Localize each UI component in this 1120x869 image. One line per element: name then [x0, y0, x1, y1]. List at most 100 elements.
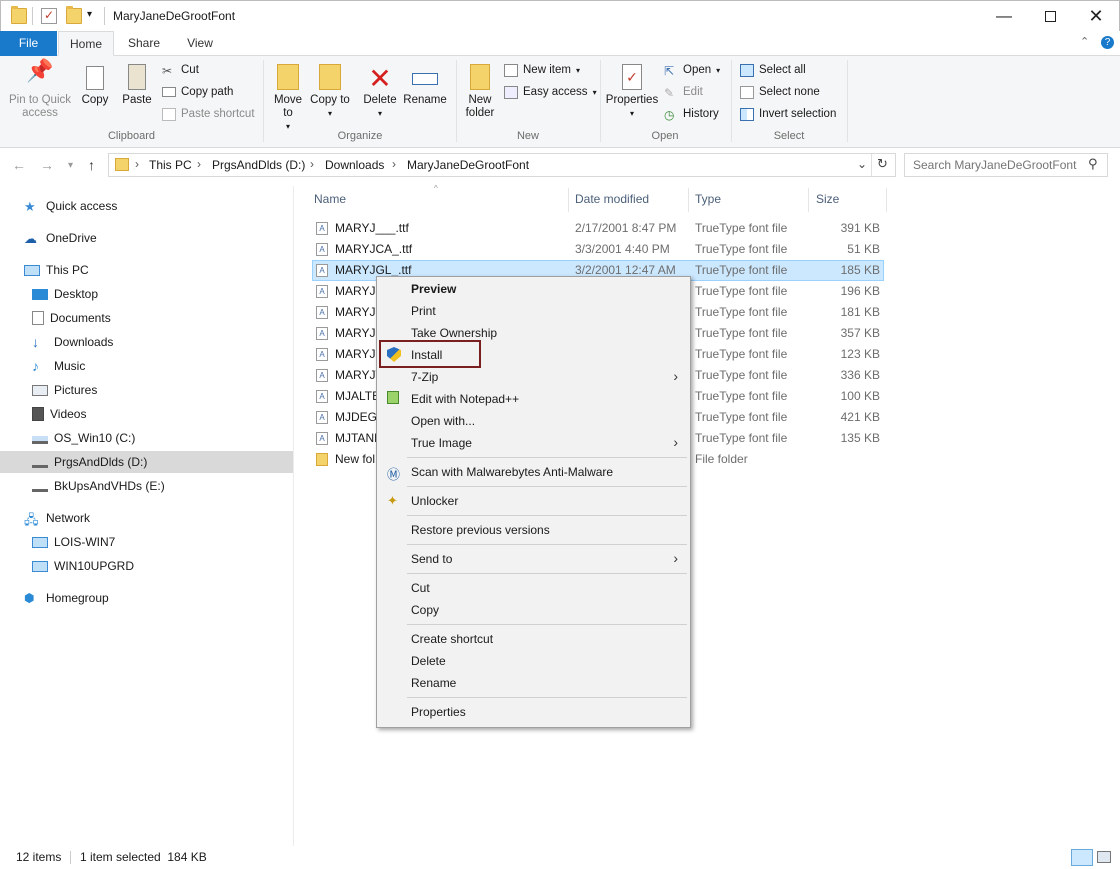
menu-item-send-to[interactable]: Send to ›	[379, 548, 688, 570]
menu-item-open-with[interactable]: Open with...	[379, 410, 688, 432]
forward-arrow-icon[interactable]: →	[40, 157, 54, 173]
nav-item-os-win10[interactable]: OS_Win10 (C:)	[32, 427, 135, 449]
nav-item-downloads[interactable]: ↓ Downloads	[32, 331, 113, 353]
easy-access-button[interactable]: Easy access ▾	[504, 83, 597, 101]
select-none-button[interactable]: Select none	[740, 83, 820, 101]
large-icons-view-icon[interactable]	[1097, 851, 1111, 863]
breadcrumb-current-folder[interactable]: MaryJaneDeGrootFont	[407, 158, 529, 172]
rename-button[interactable]: Rename	[402, 64, 448, 107]
cut-button[interactable]: ✂ Cut	[162, 61, 199, 79]
column-header-size[interactable]: Size	[816, 192, 839, 206]
new-item-button[interactable]: New item ▾	[504, 61, 580, 79]
minimize-button[interactable]: —	[981, 1, 1027, 32]
file-row[interactable]: A MARYJ___.ttf 2/17/2001 8:47 PM TrueTyp…	[312, 218, 884, 239]
paste-shortcut-button[interactable]: Paste shortcut	[162, 105, 255, 123]
nav-item-homegroup[interactable]: ⬢ Homegroup	[24, 587, 109, 609]
search-input[interactable]	[913, 157, 1083, 173]
nav-item-videos[interactable]: Videos	[32, 403, 86, 425]
tab-file[interactable]: File	[0, 31, 57, 56]
properties-button[interactable]: ✓ Properties ▾	[604, 64, 660, 120]
nav-item-network[interactable]: 🖧 Network	[24, 507, 90, 529]
menu-item-cut[interactable]: Cut	[379, 577, 688, 599]
details-view-icon[interactable]	[1071, 849, 1093, 866]
address-dropdown-icon[interactable]: ⌄	[857, 157, 867, 171]
delete-button[interactable]: ✕ Delete ▾	[358, 64, 402, 120]
properties-check-icon[interactable]: ✓	[41, 8, 57, 24]
nav-item-quick-access[interactable]: ★ Quick access	[24, 195, 117, 217]
column-separator[interactable]	[808, 188, 809, 212]
nav-item-bkupsandvhds[interactable]: BkUpsAndVHDs (E:)	[32, 475, 165, 497]
pin-label: Pin to Quick access	[9, 94, 71, 119]
breadcrumb-this-pc[interactable]: This PC	[149, 158, 192, 172]
nav-item-desktop[interactable]: Desktop	[32, 283, 98, 305]
tab-share[interactable]: Share	[118, 31, 170, 56]
paste-button[interactable]: Paste	[118, 64, 156, 107]
tab-home[interactable]: Home	[58, 31, 114, 56]
column-separator[interactable]	[568, 188, 569, 212]
search-box[interactable]: ⚲	[904, 153, 1108, 177]
column-header-name[interactable]: Name	[314, 192, 346, 206]
menu-item-delete[interactable]: Delete	[379, 650, 688, 672]
select-all-button[interactable]: Select all	[740, 61, 806, 79]
column-header-date[interactable]: Date modified	[575, 192, 649, 206]
menu-item-print[interactable]: Print	[379, 300, 688, 322]
edit-button[interactable]: ✎ Edit	[664, 83, 703, 101]
file-row[interactable]: A MARYJCA_.ttf 3/3/2001 4:40 PM TrueType…	[312, 239, 884, 260]
column-header-type[interactable]: Type	[695, 192, 721, 206]
customize-dropdown-icon[interactable]: ▾	[87, 9, 92, 20]
invert-selection-button[interactable]: Invert selection	[740, 105, 836, 123]
nav-item-music[interactable]: ♪ Music	[32, 355, 85, 377]
back-arrow-icon[interactable]: ←	[12, 157, 26, 173]
nav-item-this-pc[interactable]: This PC	[24, 259, 89, 281]
nav-item-lois-win7[interactable]: LOIS-WIN7	[32, 531, 115, 553]
nav-item-documents[interactable]: Documents	[32, 307, 111, 329]
search-icon[interactable]: ⚲	[1088, 156, 1098, 172]
file-size: 196 KB	[840, 284, 880, 298]
column-separator[interactable]	[886, 188, 887, 212]
close-button[interactable]: ✕	[1073, 1, 1119, 32]
history-button[interactable]: ◷ History	[664, 105, 719, 123]
nav-item-prgsanddlds[interactable]: PrgsAndDlds (D:)	[0, 451, 293, 473]
folder-icon	[316, 453, 328, 466]
status-bar: 12 items 1 item selected 184 KB	[0, 846, 1120, 869]
tab-view[interactable]: View	[174, 31, 226, 56]
open-button[interactable]: ⇱ Open ▾	[664, 61, 720, 79]
nav-item-pictures[interactable]: Pictures	[32, 379, 97, 401]
menu-item-unlocker[interactable]: ✦ Unlocker	[379, 490, 688, 512]
menu-item-edit-notepad[interactable]: Edit with Notepad++	[379, 388, 688, 410]
breadcrumb-downloads[interactable]: Downloads	[325, 158, 384, 172]
collapse-ribbon-icon[interactable]: ⌃	[1080, 35, 1089, 48]
refresh-icon[interactable]: ↻	[877, 156, 888, 172]
address-bar[interactable]: › This PC › PrgsAndDlds (D:) › Downloads…	[108, 153, 896, 177]
recent-locations-icon[interactable]: ▾	[68, 160, 73, 171]
move-to-button[interactable]: Move to ▾	[268, 64, 308, 133]
menu-item-7zip[interactable]: 7-Zip ›	[379, 366, 688, 388]
breadcrumb-drive[interactable]: PrgsAndDlds (D:)	[212, 158, 305, 172]
menu-item-rename[interactable]: Rename	[379, 672, 688, 694]
up-arrow-icon[interactable]: ↑	[88, 157, 95, 173]
menu-item-properties[interactable]: Properties	[379, 701, 688, 723]
copy-path-button[interactable]: Copy path	[162, 83, 233, 101]
maximize-button[interactable]	[1027, 1, 1073, 32]
pin-quick-access-button[interactable]: 📌 Pin to Quick access	[4, 58, 76, 120]
pin-icon: 📌	[26, 58, 54, 83]
menu-item-preview[interactable]: Preview	[379, 278, 688, 300]
homegroup-icon: ⬢	[24, 591, 35, 605]
menu-item-restore[interactable]: Restore previous versions	[379, 519, 688, 541]
menu-item-malwarebytes[interactable]: Ⓜ Scan with Malwarebytes Anti-Malware	[379, 461, 688, 483]
new-folder-icon[interactable]	[66, 6, 82, 24]
menu-item-create-shortcut[interactable]: Create shortcut	[379, 628, 688, 650]
help-icon[interactable]: ?	[1101, 36, 1114, 49]
new-item-label: New item	[523, 64, 571, 76]
magic-wand-icon: ✦	[387, 493, 398, 508]
nav-item-onedrive[interactable]: ☁ OneDrive	[24, 227, 97, 249]
column-separator[interactable]	[688, 188, 689, 212]
menu-item-copy[interactable]: Copy	[379, 599, 688, 621]
ribbon: 📌 Pin to Quick access Copy Paste ✂ Cut C…	[0, 56, 1120, 148]
copy-to-button[interactable]: Copy to ▾	[310, 64, 350, 120]
menu-item-true-image[interactable]: True Image ›	[379, 432, 688, 454]
nav-item-win10upgrd[interactable]: WIN10UPGRD	[32, 555, 134, 577]
item-count: 12 items	[16, 850, 62, 864]
new-folder-button[interactable]: New folder	[460, 64, 500, 120]
copy-button[interactable]: Copy	[76, 64, 114, 107]
